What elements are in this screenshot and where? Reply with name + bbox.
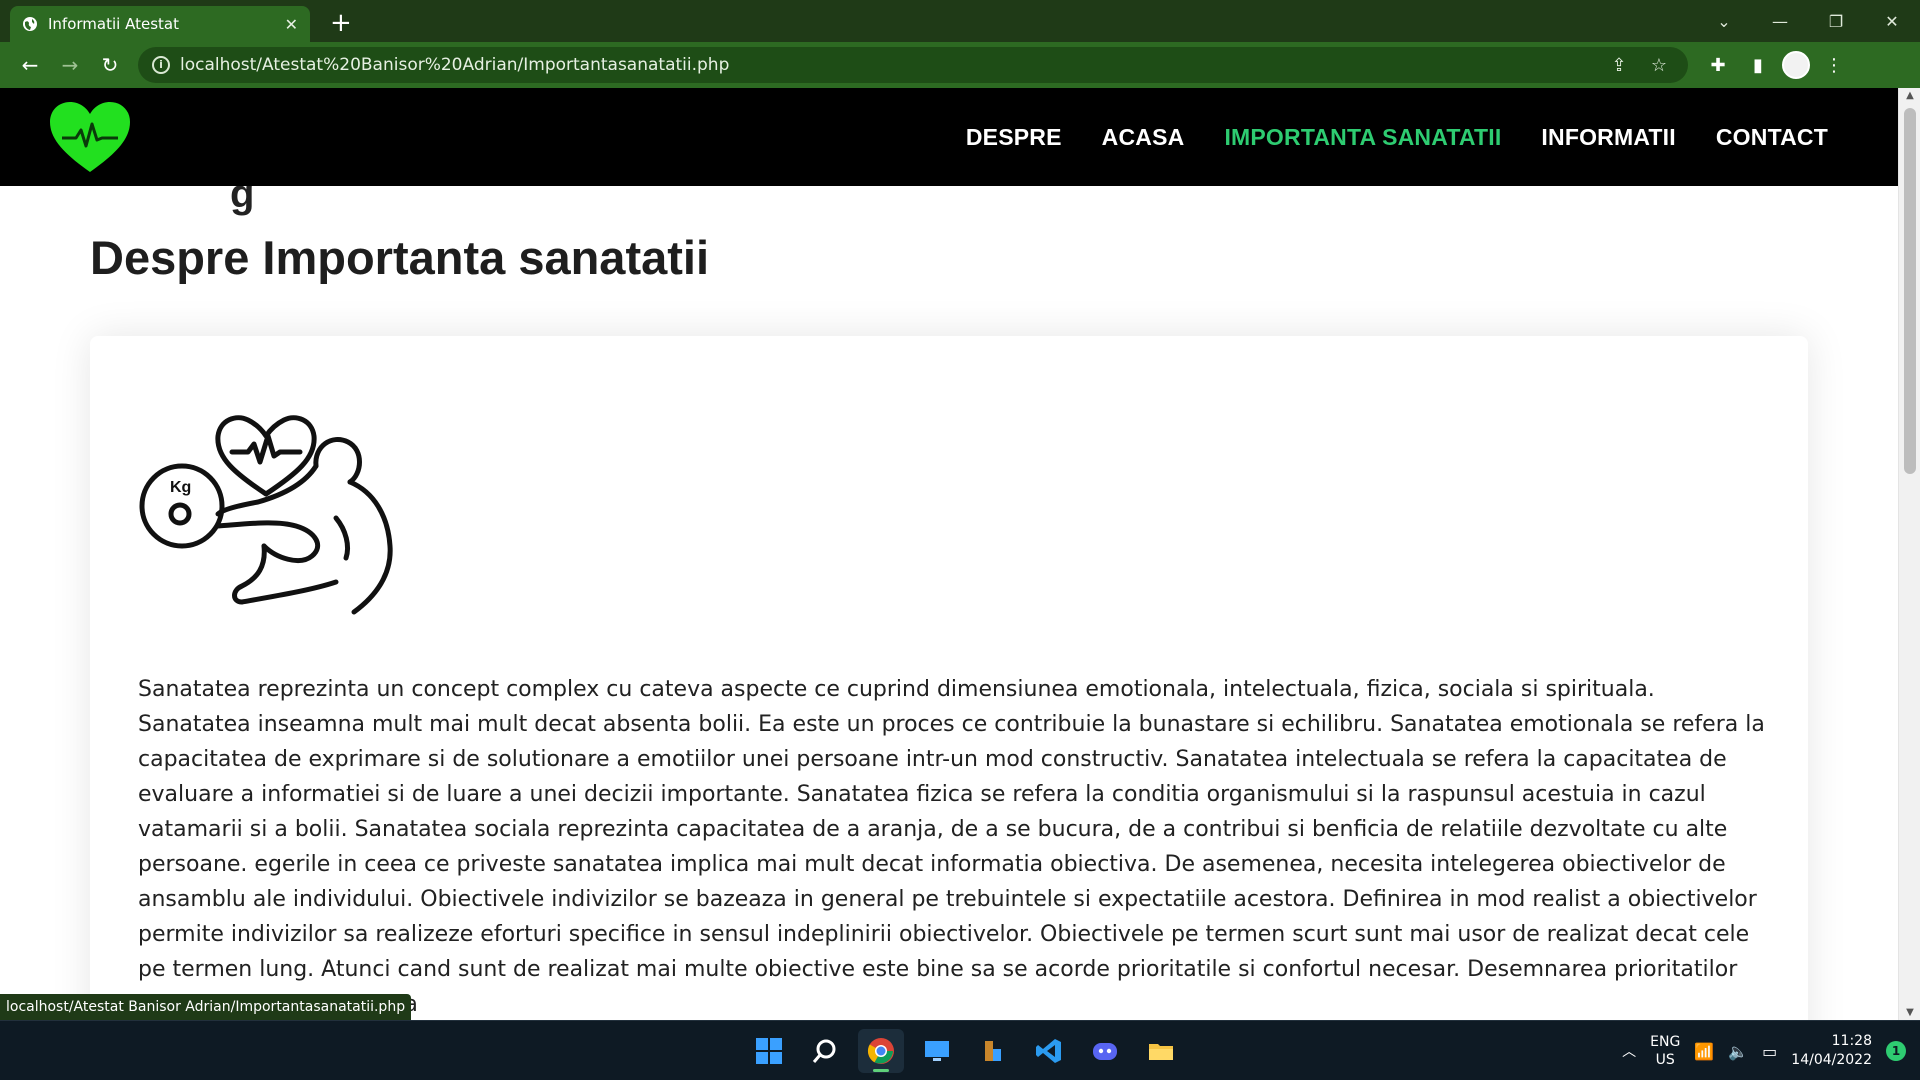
profile-avatar[interactable] (1782, 51, 1810, 79)
chrome-icon[interactable] (858, 1029, 904, 1073)
browser-tab[interactable]: Informatii Atestat ✕ (10, 6, 310, 42)
close-tab-icon[interactable]: ✕ (285, 15, 298, 34)
tab-title: Informatii Atestat (48, 15, 179, 33)
fitness-heart-illustration: Kg (139, 415, 393, 615)
discord-icon[interactable] (1082, 1029, 1128, 1073)
share-icon[interactable]: ⇪ (1604, 55, 1634, 76)
address-bar[interactable]: i localhost/Atestat%20Banisor%20Adrian/I… (138, 47, 1688, 83)
wifi-icon[interactable]: 📶 (1694, 1042, 1714, 1061)
nav-importanta-sanatatii[interactable]: IMPORTANTA SANATATII (1224, 124, 1501, 151)
heart-pulse-logo[interactable] (48, 100, 132, 174)
forward-button[interactable]: → (50, 53, 90, 77)
minimize-button[interactable]: — (1752, 12, 1808, 31)
content-card: Kg Sanatatea reprezinta un concept compl… (90, 336, 1808, 1020)
clock-time: 11:28 (1831, 1033, 1872, 1049)
system-tray: ︿ ENG US 📶 🔈 ▭ 11:28 14/04/2022 1 (1622, 1021, 1920, 1080)
close-window-button[interactable]: ✕ (1864, 12, 1920, 31)
volume-icon[interactable]: 🔈 (1728, 1042, 1748, 1061)
browser-tab-bar: Informatii Atestat ✕ + ⌄ — ❐ ✕ (0, 0, 1920, 42)
extensions-icon[interactable]: ✚ (1702, 55, 1734, 76)
scrollbar-thumb[interactable] (1904, 108, 1916, 474)
site-navigation: DESPRE ACASA IMPORTANTA SANATATII INFORM… (966, 88, 1828, 186)
article-text: Sanatatea reprezinta un concept complex … (138, 677, 1765, 1017)
link-status-bubble: localhost/Atestat Banisor Adrian/Importa… (0, 994, 412, 1020)
nav-despre[interactable]: DESPRE (966, 124, 1062, 151)
page-viewport: DESPRE ACASA IMPORTANTA SANATATII INFORM… (0, 88, 1920, 1020)
restore-button[interactable]: ❐ (1808, 12, 1864, 31)
lang-code: ENG (1650, 1034, 1681, 1050)
reload-button[interactable]: ↻ (90, 53, 130, 77)
page-title: Despre Importanta sanatatii (90, 231, 710, 284)
notification-badge[interactable]: 1 (1886, 1041, 1906, 1061)
side-panel-icon[interactable]: ▮ (1742, 55, 1774, 76)
site-header: DESPRE ACASA IMPORTANTA SANATATII INFORM… (0, 88, 1898, 186)
vscode-icon[interactable] (1026, 1029, 1072, 1073)
nav-informatii[interactable]: INFORMATII (1541, 124, 1675, 151)
file-explorer-icon[interactable] (1138, 1029, 1184, 1073)
scroll-up-arrow-icon[interactable]: ▲ (1899, 90, 1920, 101)
remote-desktop-icon[interactable] (914, 1029, 960, 1073)
code-blocks-icon[interactable] (970, 1029, 1016, 1073)
bookmark-star-icon[interactable]: ☆ (1644, 55, 1674, 76)
menu-dots-icon[interactable]: ⋮ (1818, 55, 1850, 76)
kg-label: Kg (170, 479, 191, 496)
site-info-icon[interactable]: i (152, 56, 170, 74)
clock[interactable]: 11:28 14/04/2022 (1791, 1032, 1872, 1070)
globe-icon (23, 17, 37, 31)
nav-contact[interactable]: CONTACT (1716, 124, 1828, 151)
clock-date: 14/04/2022 (1791, 1052, 1872, 1068)
page-scrollbar[interactable]: ▲ ▼ (1898, 88, 1920, 1020)
browser-toolbar: ← → ↻ i localhost/Atestat%20Banisor%20Ad… (0, 42, 1920, 88)
toolbar-actions: ✚ ▮ ⋮ (1702, 51, 1850, 79)
nav-acasa[interactable]: ACASA (1102, 124, 1185, 151)
windows-start-icon[interactable] (746, 1029, 792, 1073)
show-hidden-icons-icon[interactable]: ︿ (1622, 1041, 1636, 1061)
search-icon[interactable] (802, 1029, 848, 1073)
scroll-down-arrow-icon[interactable]: ▼ (1899, 1007, 1920, 1018)
window-controls: ⌄ — ❐ ✕ (1696, 0, 1920, 42)
taskbar-apps (746, 1029, 1184, 1073)
new-tab-button[interactable]: + (330, 8, 352, 38)
tab-search-icon[interactable]: ⌄ (1696, 12, 1752, 31)
address-url[interactable]: localhost/Atestat%20Banisor%20Adrian/Imp… (180, 55, 1594, 75)
input-language[interactable]: ENG US (1650, 1033, 1680, 1069)
battery-icon[interactable]: ▭ (1762, 1042, 1777, 1061)
windows-taskbar: ︿ ENG US 📶 🔈 ▭ 11:28 14/04/2022 1 (0, 1020, 1920, 1080)
lang-region: US (1655, 1052, 1675, 1068)
back-button[interactable]: ← (10, 53, 50, 77)
